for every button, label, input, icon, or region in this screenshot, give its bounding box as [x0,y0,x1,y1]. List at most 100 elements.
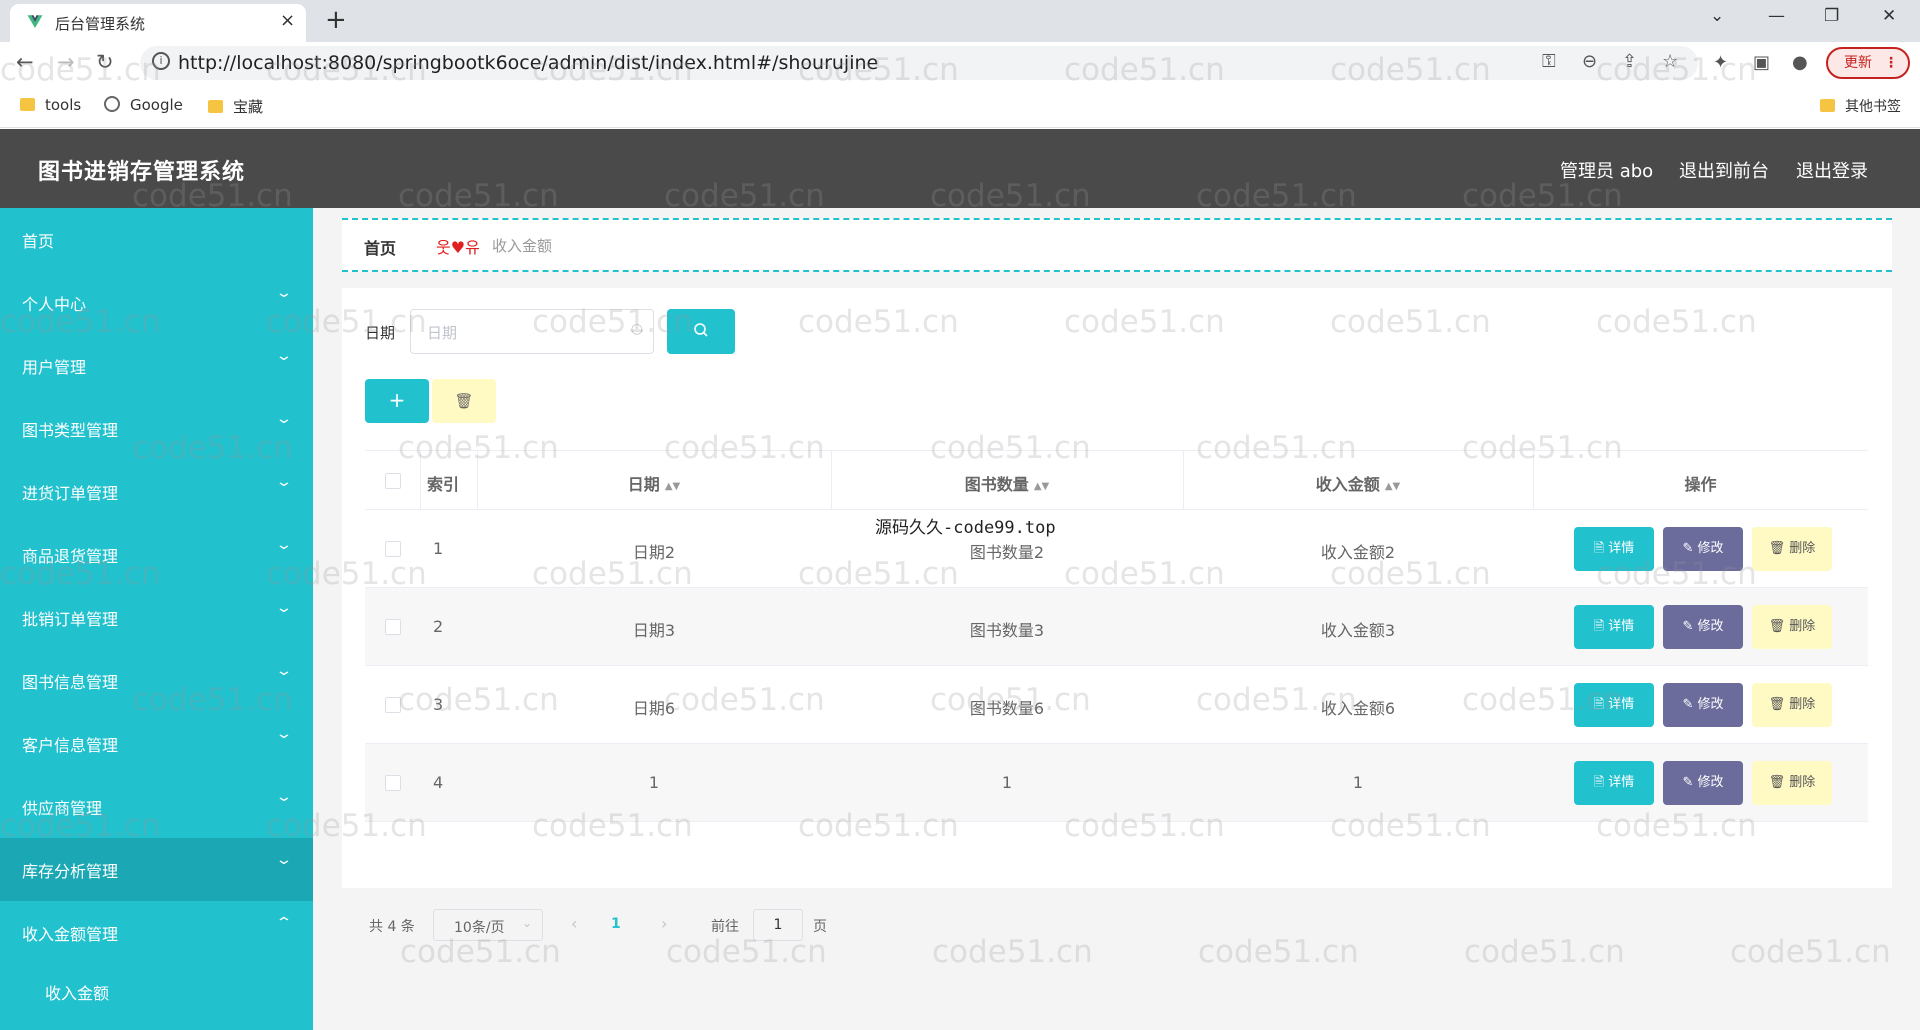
sidebar: 首页 个人中心 ⌄ 用户管理 ⌄ 图书类型管理 ⌄ 进货订单管理 ⌄ 商品退货管理 ⌄ 批… [0,208,313,1030]
header-book-count[interactable]: 图书数量 ▲▼ [831,471,1183,495]
admin-label: 管理员 abo [1560,161,1654,182]
row-checkbox[interactable] [385,541,401,557]
sort-icon[interactable]: ▲▼ [1385,481,1400,492]
pagination-total: 共 4 条 [369,919,415,935]
goto-page-input[interactable]: 1 [753,909,803,941]
forward-icon[interactable]: → [57,50,75,74]
header-ops: 操作 [1684,475,1717,494]
date-placeholder: 日期 [427,324,458,342]
sort-icon[interactable]: ▲▼ [665,481,680,492]
breadcrumb-current: 收入金额 [492,237,553,255]
key-icon[interactable]: ⚿ [1542,51,1556,72]
sidebar-item-book-info[interactable]: 图书信息管理 ⌄ [0,649,313,712]
current-page-number[interactable]: 1 [611,916,621,932]
main-content: 首页 웃♥유 收入金额 日期 日期 ○ + 🗑 索引 日期 ▲▼ 图书数量 ▲▼ 收… [313,208,1920,1030]
reload-icon[interactable]: ↻ [96,50,114,74]
pagination: 共 4 条 10条/页 ⌄ ‹ 1 › 前往 1 页 [365,909,1065,943]
delete-button[interactable]: 🗑 删除 [1752,683,1832,727]
delete-button[interactable]: 🗑 删除 [1752,527,1832,571]
breadcrumb-separator: 웃♥유 [436,238,480,257]
close-window-icon[interactable]: ✕ [1882,6,1896,26]
prev-page-button[interactable]: ‹ [571,914,577,933]
cell-book-count: 图书数量6 [969,699,1045,718]
batch-delete-button[interactable]: 🗑 [432,379,496,423]
row-checkbox[interactable] [385,775,401,791]
sort-icon[interactable]: ▲▼ [1034,481,1049,492]
edit-button[interactable]: ✎ 修改 [1663,605,1743,649]
add-button[interactable]: + [365,379,429,423]
update-label: 更新 [1844,55,1872,71]
detail-button[interactable]: 🗎 详情 [1574,527,1654,571]
share-icon[interactable]: ⇪ [1622,51,1637,72]
search-date-label: 日期 [365,324,396,342]
sidebar-subitem-income-amount[interactable]: 收入金额 [0,966,313,1016]
back-icon[interactable]: ← [16,50,34,74]
browser-tab[interactable]: 后台管理系统 × [10,4,306,42]
zoom-icon[interactable]: ⊖ [1582,51,1597,72]
next-page-button[interactable]: › [661,914,667,933]
exit-to-front-link[interactable]: 退出到前台 [1679,157,1769,183]
extensions-icon[interactable]: ✦ [1713,52,1728,73]
search-button[interactable] [667,309,735,354]
bookmark-google[interactable]: Google [104,96,183,114]
logout-link[interactable]: 退出登录 [1796,157,1868,183]
address-bar[interactable]: i http://localhost:8080/springbootk6oce/… [140,46,1698,80]
side-panel-icon[interactable]: ▣ [1753,52,1770,73]
row-checkbox[interactable] [385,619,401,635]
sidebar-item-suppliers[interactable]: 供应商管理 ⌄ [0,775,313,838]
sidebar-item-returns[interactable]: 商品退货管理 ⌄ [0,523,313,586]
row-checkbox[interactable] [385,697,401,713]
site-info-icon[interactable]: i [152,52,170,70]
sidebar-item-income[interactable]: 收入金额管理 ⌃ [0,901,313,964]
detail-button[interactable]: 🗎 详情 [1574,683,1654,727]
sidebar-item-users[interactable]: 用户管理 ⌄ [0,334,313,397]
sidebar-item-personal-center[interactable]: 个人中心 ⌄ [0,271,313,334]
cell-book-count: 图书数量3 [969,621,1045,640]
cell-date: 日期2 [632,543,676,562]
edit-button[interactable]: ✎ 修改 [1663,683,1743,727]
update-button[interactable]: 更新 ⋮ [1826,47,1910,79]
sidebar-item-wholesale-orders[interactable]: 批销订单管理 ⌄ [0,586,313,649]
profile-icon[interactable]: ● [1792,52,1808,73]
breadcrumb: 首页 웃♥유 收入金额 [342,218,1892,272]
tab-title: 后台管理系统 [55,15,146,33]
edit-button[interactable]: ✎ 修改 [1663,761,1743,805]
tab-search-icon[interactable]: ⌄ [1710,6,1724,26]
app-title: 图书进销存管理系统 [38,160,246,185]
header-index: 索引 [426,475,459,494]
cell-date: 1 [648,773,660,792]
page-size-select[interactable]: 10条/页 ⌄ [433,909,543,941]
table-row: 2 日期3 图书数量3 收入金额3 🗎 详情 ✎ 修改 🗑 删除 [365,588,1868,666]
search-icon [694,323,708,337]
breadcrumb-home[interactable]: 首页 [364,235,396,259]
chevron-down-icon: ⌄ [275,789,293,805]
select-all-checkbox[interactable] [385,473,401,489]
more-icon[interactable]: ⋮ [1884,49,1898,77]
header-date[interactable]: 日期 ▲▼ [477,471,831,495]
bookmark-baozang[interactable]: 宝藏 [208,96,263,117]
sidebar-item-home[interactable]: 首页 [0,208,313,271]
delete-button[interactable]: 🗑 删除 [1752,761,1832,805]
folder-icon [208,100,223,113]
date-search-input[interactable]: 日期 ○ [410,309,654,354]
delete-button[interactable]: 🗑 删除 [1752,605,1832,649]
chevron-down-icon: ⌄ [275,537,293,553]
sidebar-item-book-types[interactable]: 图书类型管理 ⌄ [0,397,313,460]
close-tab-icon[interactable]: × [280,10,295,31]
detail-button[interactable]: 🗎 详情 [1574,761,1654,805]
globe-icon [104,96,120,112]
header-income[interactable]: 收入金额 ▲▼ [1183,471,1533,495]
overlay-caption: 源码久久-code99.top [875,518,1056,538]
sidebar-item-customers[interactable]: 客户信息管理 ⌄ [0,712,313,775]
star-icon[interactable]: ☆ [1662,51,1678,72]
sidebar-item-purchase-orders[interactable]: 进货订单管理 ⌄ [0,460,313,523]
minimize-icon[interactable]: — [1768,6,1785,26]
cell-index: 3 [433,695,444,714]
edit-button[interactable]: ✎ 修改 [1663,527,1743,571]
other-bookmarks[interactable]: 其他书签 [1820,96,1901,116]
bookmark-tools[interactable]: tools [20,96,81,114]
restore-icon[interactable]: ❐ [1824,6,1839,26]
sidebar-item-inventory-analysis[interactable]: 库存分析管理 ⌄ [0,838,313,901]
new-tab-button[interactable]: + [325,5,347,35]
detail-button[interactable]: 🗎 详情 [1574,605,1654,649]
